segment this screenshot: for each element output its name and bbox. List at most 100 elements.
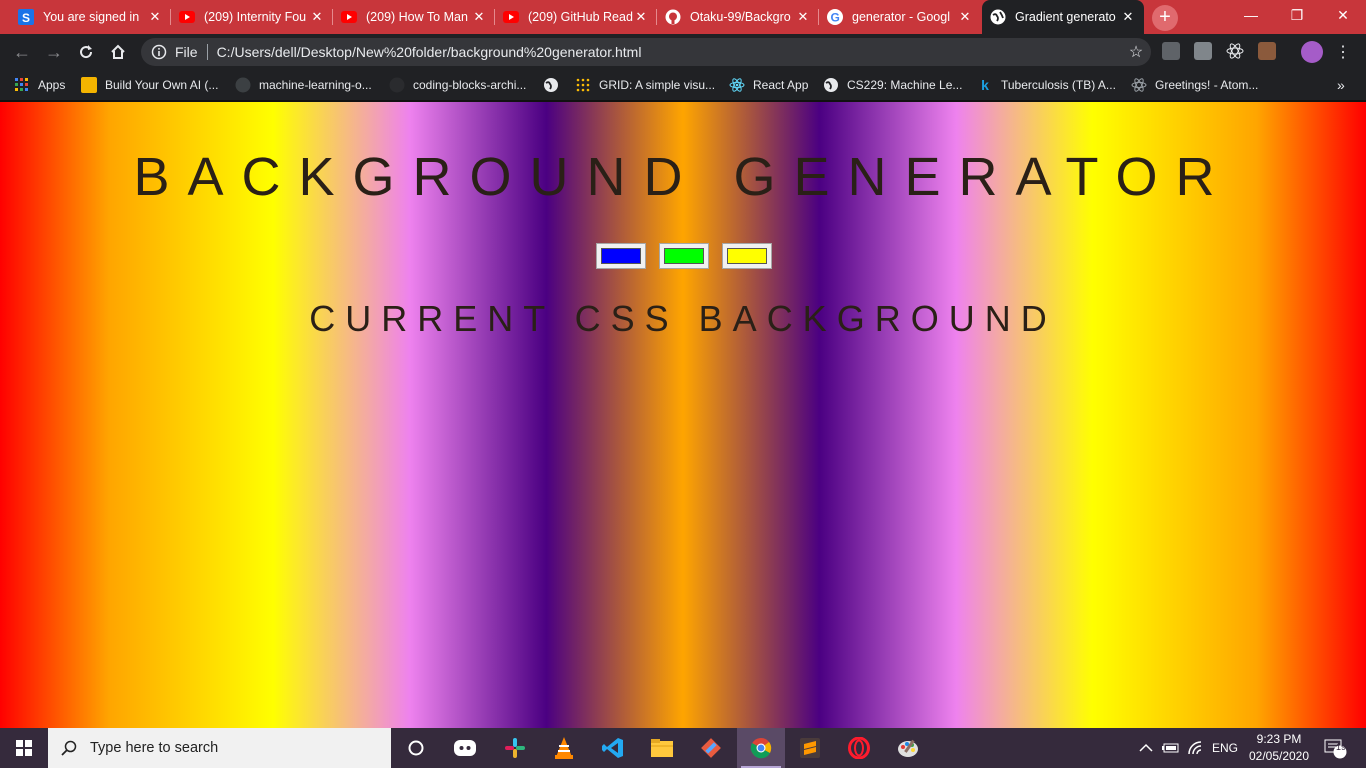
opera-icon[interactable] xyxy=(835,728,883,768)
bookmark-item[interactable] xyxy=(543,76,567,94)
tab-strip: S You are signed in ✕ (209) Internity Fo… xyxy=(0,0,1366,34)
bookmarks-bar: Apps Build Your Own AI (... machine-lear… xyxy=(0,70,1366,102)
git-icon[interactable] xyxy=(687,728,735,768)
restore-icon[interactable]: ❐ xyxy=(1274,0,1320,32)
close-tab-icon[interactable]: ✕ xyxy=(633,9,649,25)
google-icon: G xyxy=(827,9,843,25)
divider xyxy=(206,44,208,60)
pdf-extension-icon[interactable] xyxy=(1162,42,1180,60)
color-input-3[interactable] xyxy=(722,243,772,269)
close-tab-icon[interactable]: ✕ xyxy=(309,9,325,25)
wifi-icon[interactable] xyxy=(1188,728,1204,768)
url-text[interactable]: C:/Users/dell/Desktop/New%20folder/backg… xyxy=(217,44,1121,60)
forward-arrow-icon[interactable]: → xyxy=(39,34,69,70)
browser-tab-active[interactable]: Gradient generato ✕ xyxy=(982,0,1144,34)
minimize-icon[interactable]: — xyxy=(1228,0,1274,32)
home-icon[interactable] xyxy=(103,34,133,70)
close-tab-icon[interactable]: ✕ xyxy=(471,9,487,25)
battery-icon[interactable] xyxy=(1162,728,1180,768)
bookmark-item[interactable]: coding-blocks-archi... xyxy=(389,76,526,94)
bookmarks-overflow-button[interactable]: » xyxy=(1337,76,1345,94)
paint-icon[interactable] xyxy=(884,728,932,768)
youtube-icon xyxy=(503,9,519,25)
reload-icon[interactable] xyxy=(71,34,101,70)
bookmark-item[interactable]: machine-learning-o... xyxy=(235,76,372,94)
browser-tab[interactable]: Otaku-99/Backgro ✕ xyxy=(657,0,819,34)
tab-title: generator - Googl xyxy=(852,10,950,24)
system-clock[interactable]: 9:23 PM 02/05/2020 xyxy=(1236,731,1322,765)
menu-dots-icon[interactable]: ⋮ xyxy=(1328,34,1358,70)
info-icon[interactable] xyxy=(151,44,167,60)
s-icon: S xyxy=(18,9,34,25)
atom-icon xyxy=(1131,77,1147,93)
close-tab-icon[interactable]: ✕ xyxy=(147,9,163,25)
close-tab-icon[interactable]: ✕ xyxy=(957,9,973,25)
extension-icon[interactable] xyxy=(1258,42,1276,60)
notification-count: 19 xyxy=(1336,742,1347,752)
close-tab-icon[interactable]: ✕ xyxy=(795,9,811,25)
bookmark-apps[interactable]: Apps xyxy=(14,76,65,94)
bookmark-item[interactable]: React App xyxy=(729,76,808,94)
taskbar-search-box[interactable]: Type here to search xyxy=(48,728,391,768)
language-indicator[interactable]: ENG xyxy=(1212,728,1238,768)
browser-tab[interactable]: (209) Internity Fou ✕ xyxy=(171,0,333,34)
bookmark-label: coding-blocks-archi... xyxy=(413,78,527,92)
browser-toolbar: ← → File C:/Users/dell/Desktop/New%20fol… xyxy=(0,34,1366,70)
windows-taskbar: Type here to search ENG 9:23 PM 02/05/20… xyxy=(0,728,1366,768)
bookmark-item[interactable]: CS229: Machine Le... xyxy=(823,76,962,94)
search-icon xyxy=(60,739,78,757)
bookmark-label: Greetings! - Atom... xyxy=(1155,78,1259,92)
github-icon xyxy=(235,77,251,93)
discord-icon[interactable] xyxy=(441,728,489,768)
color-input-1[interactable] xyxy=(596,243,646,269)
chrome-icon[interactable] xyxy=(737,728,785,768)
color-input-2[interactable] xyxy=(659,243,709,269)
bookmark-label: CS229: Machine Le... xyxy=(847,78,963,92)
slack-icon[interactable] xyxy=(491,728,539,768)
show-hidden-icons-chevron-icon[interactable] xyxy=(1139,728,1153,768)
tab-title: Gradient generato xyxy=(1015,10,1116,24)
apps-grid-icon xyxy=(14,77,30,93)
bookmark-icon xyxy=(81,77,97,93)
tab-title: Otaku-99/Backgro xyxy=(690,10,791,24)
close-window-icon[interactable]: ✕ xyxy=(1320,0,1366,32)
k-icon: k xyxy=(981,77,989,93)
github-icon xyxy=(389,77,405,93)
color-swatch xyxy=(601,248,641,264)
vlc-icon[interactable] xyxy=(540,728,588,768)
browser-tab[interactable]: (209) GitHub Read ✕ xyxy=(495,0,657,34)
react-icon xyxy=(729,77,745,93)
browser-tab[interactable]: G generator - Googl ✕ xyxy=(819,0,981,34)
bookmark-item[interactable]: GRID: A simple visu... xyxy=(575,76,715,94)
globe-icon xyxy=(543,77,559,93)
file-explorer-icon[interactable] xyxy=(638,728,686,768)
vscode-icon[interactable] xyxy=(589,728,637,768)
bookmark-item[interactable]: Build Your Own AI (... xyxy=(81,76,218,94)
address-bar[interactable]: File C:/Users/dell/Desktop/New%20folder/… xyxy=(141,38,1151,66)
profile-avatar[interactable] xyxy=(1301,41,1323,63)
react-devtools-icon[interactable] xyxy=(1226,42,1244,60)
bookmark-item[interactable]: Greetings! - Atom... xyxy=(1131,76,1258,94)
page-title: BACKGROUND GENERATOR xyxy=(133,147,1233,207)
close-tab-icon[interactable]: ✕ xyxy=(1120,9,1136,25)
back-arrow-icon[interactable]: ← xyxy=(7,34,37,70)
globe-icon xyxy=(823,77,839,93)
sublime-icon[interactable] xyxy=(786,728,834,768)
bookmark-label: Apps xyxy=(38,78,66,92)
bookmark-label: machine-learning-o... xyxy=(259,78,372,92)
github-icon xyxy=(665,9,681,25)
clock-date: 02/05/2020 xyxy=(1248,749,1310,763)
notification-center-icon[interactable]: 19 xyxy=(1324,728,1348,768)
bookmark-item[interactable]: k Tuberculosis (TB) A... xyxy=(977,76,1116,94)
new-tab-button[interactable]: + xyxy=(1152,5,1178,31)
youtube-icon xyxy=(179,9,195,25)
browser-tab[interactable]: (209) How To Man ✕ xyxy=(333,0,495,34)
windows-start-icon[interactable] xyxy=(0,728,48,768)
cortana-icon[interactable] xyxy=(392,728,440,768)
browser-tab[interactable]: S You are signed in ✕ xyxy=(10,0,171,34)
bookmark-star-icon[interactable]: ☆ xyxy=(1121,42,1151,62)
search-placeholder: Type here to search xyxy=(90,740,219,756)
extension-icon[interactable] xyxy=(1194,42,1212,60)
color-swatch xyxy=(727,248,767,264)
color-swatch xyxy=(664,248,704,264)
